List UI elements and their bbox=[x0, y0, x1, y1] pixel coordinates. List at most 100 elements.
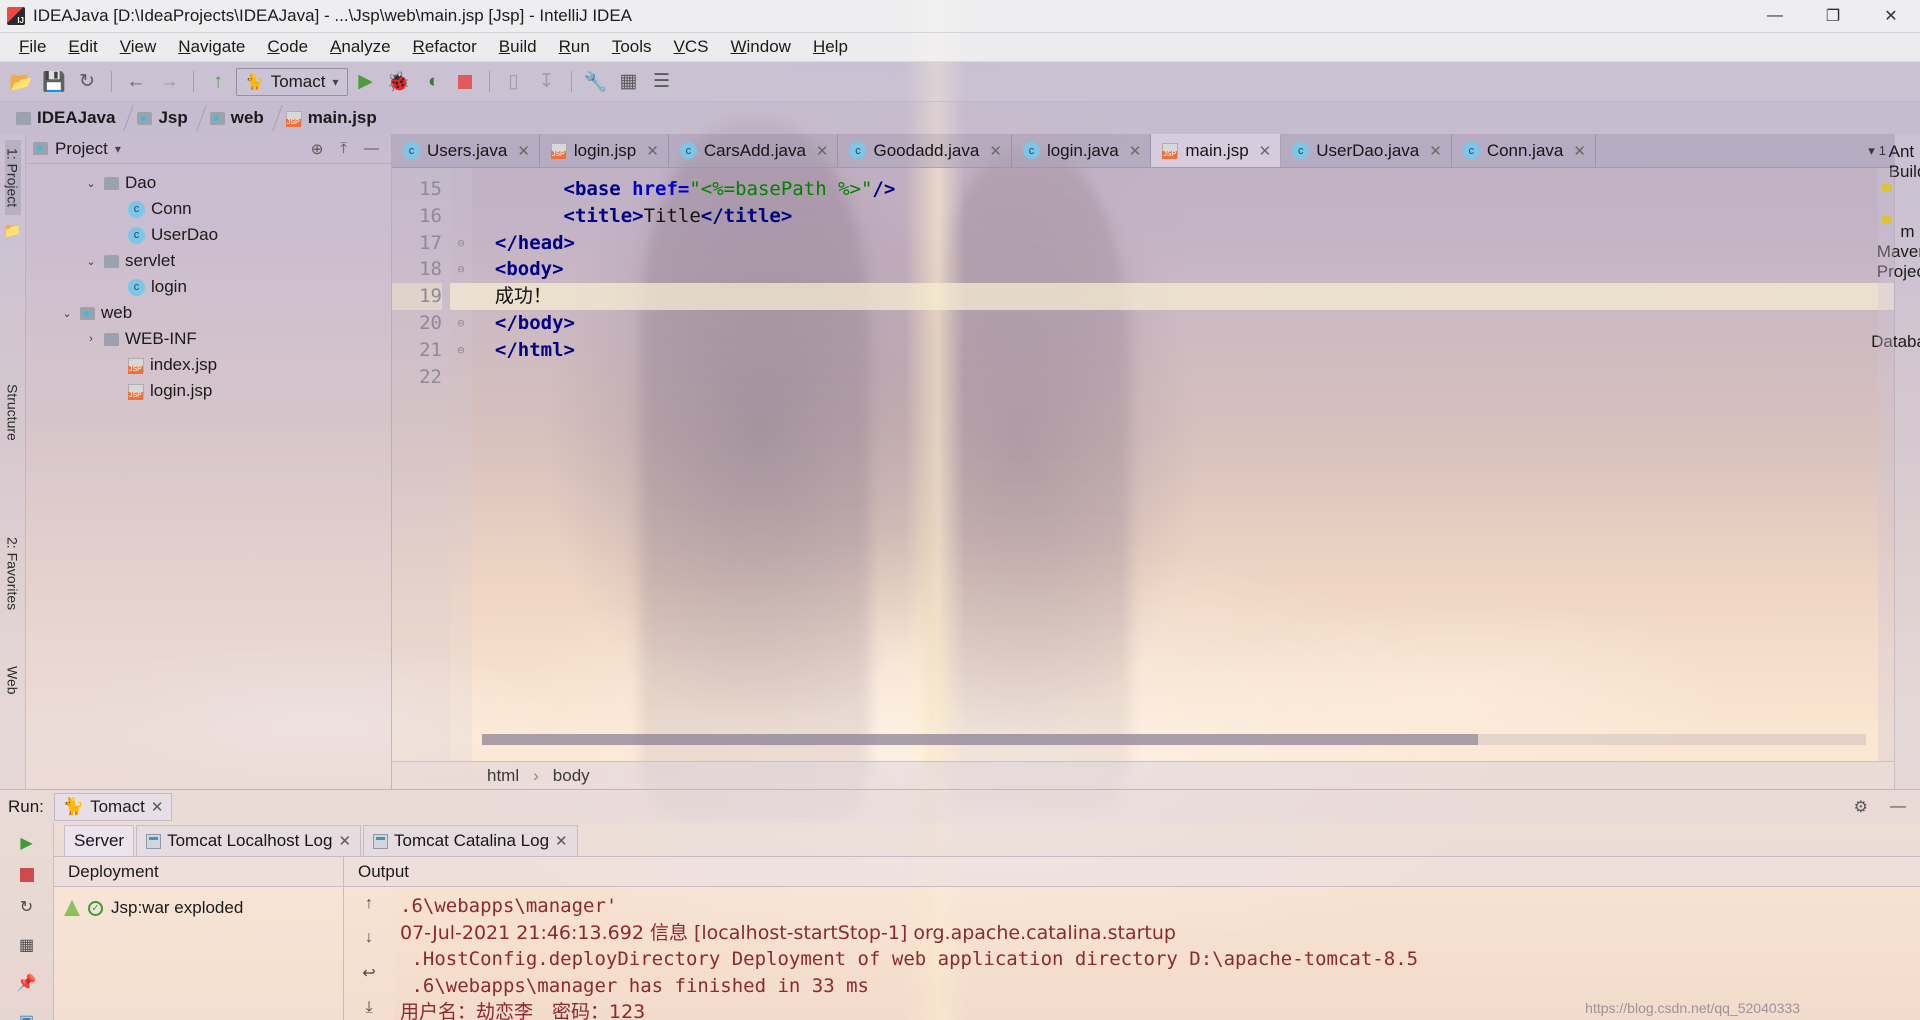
pin-icon[interactable]: 📌 bbox=[14, 970, 40, 996]
menu-item-refactor[interactable]: Refactor bbox=[402, 34, 488, 60]
menu-item-help[interactable]: Help bbox=[802, 34, 859, 60]
code-editor[interactable]: 15 16 17 18 19 20 21 22 ⊖ ⊖ ⊖ ⊖ <base href="<%=bas… bbox=[392, 168, 1894, 761]
code-line[interactable]: </html> bbox=[472, 337, 1894, 364]
editor-marker-column[interactable] bbox=[1878, 168, 1894, 761]
code-line[interactable]: <title>Title</title> bbox=[472, 203, 1894, 230]
collapse-all-icon[interactable]: ⤒ bbox=[335, 140, 352, 157]
open-project-icon[interactable]: 📂 bbox=[6, 67, 36, 97]
tree-toggle-arrow[interactable]: ⌄ bbox=[84, 255, 98, 268]
editor-tab-login-jsp[interactable]: login.jsp ✕ bbox=[540, 134, 669, 167]
code-line[interactable]: </body> bbox=[472, 310, 1894, 337]
close-tab-icon[interactable]: ✕ bbox=[517, 142, 530, 160]
close-tab-icon[interactable]: ✕ bbox=[1573, 142, 1586, 160]
close-tab-icon[interactable]: ✕ bbox=[646, 142, 659, 160]
tree-toggle-arrow[interactable]: ⌄ bbox=[60, 307, 74, 320]
breadcrumb-item-main-jsp[interactable]: main.jsp bbox=[280, 105, 393, 131]
code-line[interactable]: <body> bbox=[472, 256, 1894, 283]
rail-item-m[interactable]: m bbox=[1900, 222, 1914, 242]
menu-item-window[interactable]: Window bbox=[719, 34, 801, 60]
close-tab-icon[interactable]: ✕ bbox=[1429, 142, 1442, 160]
tree-item-servlet[interactable]: ⌄ servlet bbox=[26, 248, 391, 274]
tree-item-dao[interactable]: ⌄ Dao bbox=[26, 170, 391, 196]
tree-toggle-arrow[interactable]: › bbox=[84, 333, 98, 345]
tree-item-web-inf[interactable]: › WEB-INF bbox=[26, 326, 391, 352]
warning-marker[interactable] bbox=[1882, 184, 1892, 191]
breadcrumb-item-ideajava[interactable]: IDEAJava bbox=[10, 105, 131, 131]
fold-marker[interactable] bbox=[450, 203, 472, 230]
fold-marker[interactable] bbox=[450, 283, 472, 310]
hide-run-window-icon[interactable]: — bbox=[1884, 798, 1912, 816]
tree-item-conn[interactable]: c Conn bbox=[26, 196, 391, 222]
scroll-up-icon[interactable]: ↑ bbox=[365, 895, 373, 913]
stop-button[interactable] bbox=[450, 67, 480, 97]
code-folding-column[interactable]: ⊖ ⊖ ⊖ ⊖ bbox=[450, 168, 472, 761]
stop-icon[interactable] bbox=[19, 868, 34, 882]
run-subtab-server[interactable]: Server bbox=[64, 825, 135, 856]
browser-icon[interactable]: ▣ bbox=[14, 1008, 40, 1020]
minimize-button[interactable]: — bbox=[1746, 0, 1804, 33]
menu-item-tools[interactable]: Tools bbox=[601, 34, 663, 60]
close-icon[interactable]: ✕ bbox=[555, 832, 568, 850]
sync-icon[interactable]: ↻ bbox=[72, 67, 102, 97]
tree-item-login-jsp[interactable]: login.jsp bbox=[26, 378, 391, 404]
editor-breadcrumb-html[interactable]: html bbox=[487, 766, 519, 786]
navigate-back-icon[interactable]: ← bbox=[121, 67, 151, 97]
hide-panel-icon[interactable]: — bbox=[359, 140, 384, 157]
fold-marker[interactable] bbox=[450, 176, 472, 203]
close-tab-icon[interactable]: ✕ bbox=[1259, 142, 1272, 160]
warning-marker-2[interactable] bbox=[1882, 216, 1892, 223]
editor-tab-users-java[interactable]: c Users.java ✕ bbox=[392, 134, 540, 167]
editor-breadcrumb-body[interactable]: body bbox=[553, 766, 590, 786]
fold-marker[interactable]: ⊖ bbox=[450, 310, 472, 337]
rail-item-favorites[interactable]: 2: Favorites bbox=[5, 529, 21, 618]
run-subtab-tomcat-catalina-log[interactable]: Tomcat Catalina Log ✕ bbox=[363, 825, 578, 856]
restart-icon[interactable]: ↻ bbox=[14, 894, 40, 920]
settings-icon[interactable]: 🔧 bbox=[581, 67, 611, 97]
menu-item-build[interactable]: Build bbox=[488, 34, 548, 60]
scroll-down-icon[interactable]: ↓ bbox=[365, 929, 373, 947]
menu-item-analyze[interactable]: Analyze bbox=[319, 34, 401, 60]
menu-item-run[interactable]: Run bbox=[548, 34, 601, 60]
editor-tab-goodadd-java[interactable]: c Goodadd.java ✕ bbox=[838, 134, 1012, 167]
code-line[interactable]: </head> bbox=[472, 230, 1894, 257]
scroll-to-end-icon[interactable]: ⤓ bbox=[365, 999, 372, 1017]
rerun-icon[interactable]: ▶ bbox=[14, 830, 40, 856]
fold-marker[interactable]: ⊖ bbox=[450, 230, 472, 257]
rail-item-structure[interactable]: Structure bbox=[5, 376, 21, 449]
menu-item-code[interactable]: Code bbox=[256, 34, 319, 60]
run-subtab-tomcat-localhost-log[interactable]: Tomcat Localhost Log ✕ bbox=[136, 825, 362, 856]
editor-tab-conn-java[interactable]: c Conn.java ✕ bbox=[1452, 134, 1596, 167]
debug-button[interactable]: 🐞 bbox=[384, 67, 414, 97]
chevron-down-icon[interactable]: ▾ bbox=[332, 75, 338, 89]
editor-horizontal-scrollbar[interactable] bbox=[482, 734, 1866, 745]
run-button[interactable]: ▶ bbox=[351, 67, 381, 97]
update-project-icon[interactable]: ↑ bbox=[203, 67, 233, 97]
tree-item-login[interactable]: c login bbox=[26, 274, 391, 300]
structure-icon[interactable]: ☰ bbox=[647, 67, 677, 97]
locate-file-icon[interactable]: ⊕ bbox=[306, 140, 329, 158]
maximize-button[interactable]: ❐ bbox=[1804, 0, 1862, 33]
editor-tab-carsadd-java[interactable]: c CarsAdd.java ✕ bbox=[669, 134, 839, 167]
deployment-row[interactable]: ✓ Jsp:war exploded bbox=[54, 895, 343, 921]
scrollbar-thumb[interactable] bbox=[482, 734, 1479, 745]
run-with-coverage-button[interactable]: ◖ bbox=[417, 67, 447, 97]
close-tab-icon[interactable]: ✕ bbox=[1129, 142, 1142, 160]
code-line[interactable]: 成功！ bbox=[472, 283, 1894, 310]
soft-wrap-icon[interactable]: ↩ bbox=[362, 963, 375, 983]
menu-item-view[interactable]: View bbox=[109, 34, 168, 60]
close-icon[interactable]: ✕ bbox=[338, 832, 351, 850]
close-tab-icon[interactable]: ✕ bbox=[989, 142, 1002, 160]
fold-marker[interactable]: ⊖ bbox=[450, 337, 472, 364]
fold-marker[interactable]: ⊖ bbox=[450, 256, 472, 283]
layout-icon[interactable]: ▦ bbox=[614, 67, 644, 97]
menu-item-edit[interactable]: Edit bbox=[57, 34, 108, 60]
run-settings-icon[interactable]: ⚙ bbox=[1848, 797, 1874, 817]
menu-item-vcs[interactable]: VCS bbox=[663, 34, 720, 60]
threads-icon[interactable]: ▦ bbox=[14, 932, 40, 958]
editor-tab-userdao-java[interactable]: c UserDao.java ✕ bbox=[1281, 134, 1452, 167]
code-line[interactable]: <base href="<%=basePath %>"/> bbox=[472, 176, 1894, 203]
close-tab-icon[interactable]: ✕ bbox=[816, 142, 829, 160]
deploy-icon[interactable]: ▯ bbox=[499, 67, 529, 97]
rail-item-project[interactable]: 1: Project bbox=[4, 140, 21, 216]
tree-toggle-arrow[interactable]: ⌄ bbox=[84, 177, 98, 190]
